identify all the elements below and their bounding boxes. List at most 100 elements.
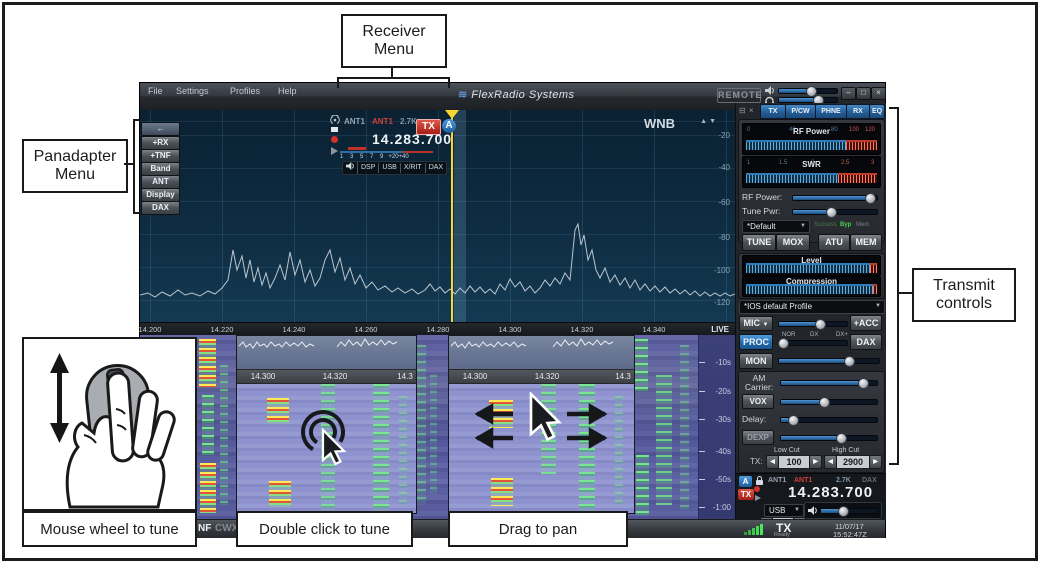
ant-button[interactable]: ANT	[141, 175, 180, 189]
time-tick: -10s	[715, 358, 731, 367]
frequency-display[interactable]: 14.283.700	[372, 131, 452, 147]
acc-button[interactable]: +ACC	[850, 315, 882, 331]
menu-file[interactable]: File	[148, 86, 163, 96]
atu-button[interactable]: ATU	[818, 234, 850, 251]
tab-rx[interactable]: RX	[846, 104, 870, 119]
xrit-button[interactable]: X/RIT	[401, 163, 426, 173]
filter-width-label[interactable]: 2.7K	[836, 477, 851, 484]
lock-icon[interactable]	[756, 476, 763, 485]
slice-letter-badge[interactable]: A	[739, 476, 752, 487]
slice-flag[interactable]: A ANT1 ANT1 2.7K DAX TX 14.283.700 USB ▼	[736, 473, 886, 520]
tx-profile-dropdown[interactable]: *IOS default Profile ▼	[739, 300, 885, 314]
band-button[interactable]: Band	[141, 162, 180, 176]
am-carrier-slider[interactable]	[780, 378, 878, 389]
rx-antenna-label[interactable]: ANT1	[344, 117, 365, 126]
receiver-flag[interactable]: ANT1 ANT1 2.7K TX A 14.283.700 1 3 5 7 9…	[328, 113, 466, 175]
callout-line	[889, 107, 897, 109]
mon-level-slider[interactable]	[778, 356, 880, 367]
menu-profiles[interactable]: Profiles	[230, 86, 260, 96]
record-icon[interactable]	[754, 486, 760, 492]
add-rx-button[interactable]: +RX	[141, 136, 180, 150]
tab-phne[interactable]: PHNE	[815, 104, 847, 119]
compression-meter: Compression	[742, 276, 881, 297]
atu-status-mem: Mem	[856, 222, 870, 228]
mode-button[interactable]: USB	[379, 163, 401, 173]
proc-button[interactable]: PROC	[739, 334, 773, 350]
mute-icon[interactable]	[331, 127, 338, 132]
dsp-button[interactable]: DSP	[358, 163, 380, 173]
dexp-button[interactable]: DEXP	[742, 430, 774, 445]
tune-pwr-slider[interactable]	[792, 207, 878, 218]
mon-button[interactable]: MON	[739, 353, 773, 369]
play-icon[interactable]	[331, 147, 338, 155]
frequency-scale[interactable]: 14.200 14.220 14.240 14.260 14.280 14.30…	[139, 322, 735, 336]
menu-settings[interactable]: Settings	[176, 86, 209, 96]
mem-button[interactable]: MEM	[850, 234, 882, 251]
close-button[interactable]: ×	[871, 87, 886, 100]
display-button[interactable]: Display	[141, 188, 180, 202]
waterfall-display[interactable]: -10s -20s -30s -40s -50s -1:00	[140, 335, 735, 519]
slice-audio-slider[interactable]	[820, 506, 878, 517]
mode-dropdown[interactable]: USB ▼	[764, 504, 804, 517]
mox-button[interactable]: MOX	[776, 234, 810, 251]
atu-profile-dropdown[interactable]: *Default ▼	[742, 220, 810, 233]
audio-button[interactable]	[343, 162, 358, 174]
tx-antenna-label[interactable]: ANT1	[372, 117, 393, 126]
mouse-wheel-illustration	[50, 353, 176, 509]
rf-power-slider[interactable]	[792, 193, 878, 204]
panadapter-menu-callout: Panadapter Menu	[22, 139, 128, 193]
logo-swoosh-icon: ≋	[458, 89, 468, 101]
speaker-volume-slider[interactable]	[778, 86, 838, 97]
dax-sidebar-button[interactable]: DAX	[141, 201, 180, 215]
frequency-display[interactable]: 14.283.700	[788, 484, 873, 501]
delay-slider[interactable]	[780, 415, 878, 426]
tx-antenna-label[interactable]: ANT1	[794, 477, 812, 484]
dax-button[interactable]: DAX	[426, 163, 446, 173]
rx-antenna-label[interactable]: ANT1	[768, 477, 786, 484]
dax-button[interactable]: DAX	[850, 334, 882, 350]
mic-level-slider[interactable]	[778, 319, 848, 330]
live-label[interactable]: LIVE	[711, 325, 729, 334]
tune-button[interactable]: TUNE	[742, 234, 776, 251]
tnf-button-partial[interactable]: NF	[198, 523, 211, 534]
play-icon[interactable]	[755, 495, 761, 501]
panel-close-icon[interactable]: ×	[749, 106, 754, 115]
tab-pcw[interactable]: P/CW	[785, 104, 816, 119]
spectrum-squiggle	[450, 338, 614, 349]
panadapter-spectrum[interactable]: -20 -40 -60 -80 -100 -120 WNB ▲ ▼ ANT1 A…	[140, 110, 735, 322]
cwx-button[interactable]: CWX	[215, 523, 238, 534]
tab-eq[interactable]: EQ	[869, 104, 885, 119]
speaker-icon	[808, 506, 817, 515]
filter-width-label[interactable]: 2.7K	[400, 117, 417, 126]
transmit-controls-callout: Transmit controls	[912, 268, 1016, 322]
menu-help[interactable]: Help	[278, 86, 297, 96]
antenna-icon	[330, 115, 340, 124]
low-cut-stepper[interactable]: ◀ 100 ▶	[766, 455, 822, 469]
drag-to-pan-label: Drag to pan	[448, 511, 628, 547]
high-cut-stepper[interactable]: ◀ 2900 ▶	[824, 455, 882, 469]
record-icon[interactable]	[331, 136, 338, 143]
mic-source-button[interactable]: MIC ▼	[739, 316, 773, 331]
callout-line	[889, 463, 897, 465]
callout-line	[133, 119, 135, 214]
collapse-menu-button[interactable]: ←	[141, 122, 180, 136]
callout-line	[448, 79, 450, 88]
freq-tick: 14.340	[642, 325, 666, 334]
add-tnf-button[interactable]: +TNF	[141, 149, 180, 163]
inset-frequency-scale: 14.300 14.320 14.3	[237, 369, 416, 384]
dexp-slider[interactable]	[780, 433, 878, 444]
tab-tx[interactable]: TX	[760, 104, 786, 119]
vox-button[interactable]: VOX	[742, 394, 774, 409]
transmit-panel: ⊟ × TX P/CW PHNE RX EQ 0 40 80 100 120 R…	[735, 103, 886, 529]
tx-badge[interactable]: TX	[738, 489, 754, 500]
flexradio-logo: ≋ FlexRadio Systems	[458, 89, 575, 101]
proc-scale-dxplus: DX+	[836, 332, 848, 338]
maximize-button[interactable]: □	[856, 87, 871, 100]
waterfall-signal-streak	[417, 345, 426, 505]
meter-label: RF Power	[793, 127, 830, 136]
waterfall-signal-streak	[220, 365, 228, 505]
minimize-button[interactable]: –	[841, 87, 856, 100]
vox-slider[interactable]	[780, 397, 878, 408]
proc-level-slider[interactable]	[778, 338, 848, 349]
pin-icon[interactable]: ⊟	[739, 106, 746, 115]
